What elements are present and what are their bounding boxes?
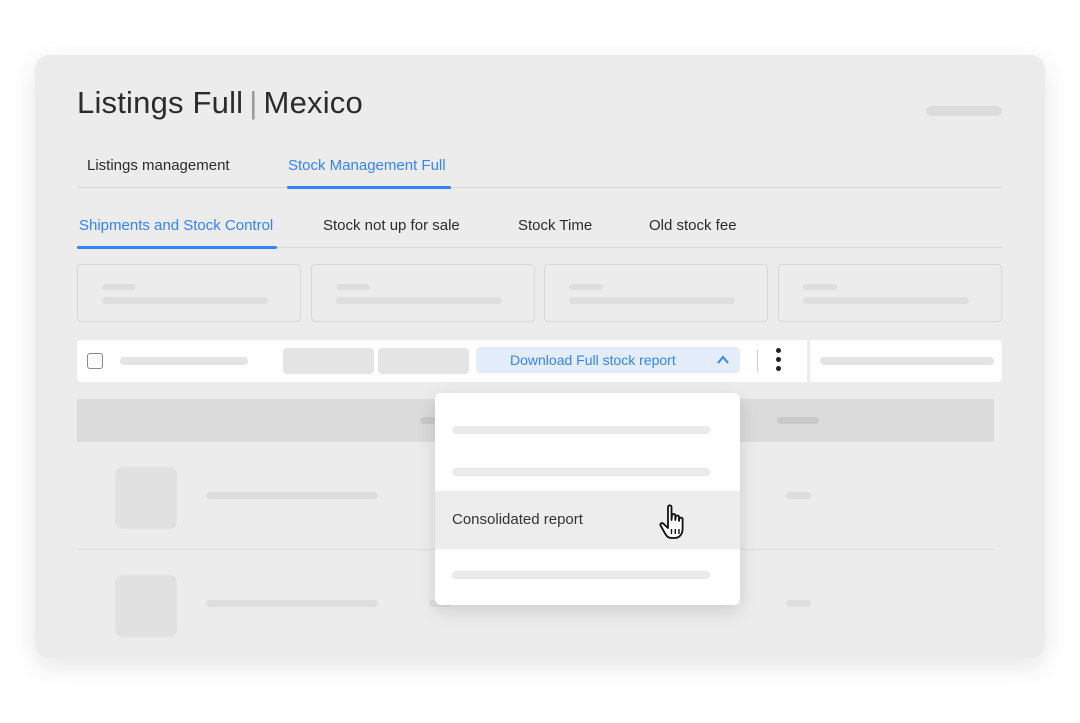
menu-item-label: Consolidated report <box>452 511 583 528</box>
menu-placeholder-line <box>452 571 710 579</box>
summary-card[interactable] <box>778 264 1002 322</box>
download-full-stock-report-button[interactable]: Download Full stock report <box>476 347 740 373</box>
hand-pointer-icon <box>659 504 684 539</box>
tab-listings-management[interactable]: Listings management <box>87 157 230 174</box>
main-tab-bar: Listings management Stock Management Ful… <box>77 150 1002 189</box>
download-button-label: Download Full stock report <box>510 352 676 368</box>
tab-stock-management-full[interactable]: Stock Management Full <box>288 157 446 174</box>
tab-stock-not-for-sale[interactable]: Stock not up for sale <box>323 217 460 234</box>
row-placeholder-line <box>786 492 811 499</box>
toolbar-divider <box>757 350 758 372</box>
card-placeholder-line <box>336 297 502 304</box>
card-placeholder-line <box>569 297 735 304</box>
filter-button-placeholder[interactable] <box>283 348 374 374</box>
menu-item-placeholder[interactable] <box>435 543 740 601</box>
header-action-placeholder <box>926 106 1002 116</box>
chevron-up-icon <box>717 355 729 364</box>
kebab-menu-icon[interactable] <box>771 346 785 376</box>
menu-item-placeholder[interactable] <box>435 440 740 498</box>
menu-item-consolidated-report[interactable]: Consolidated report <box>435 491 740 549</box>
tab-old-stock-fee[interactable]: Old stock fee <box>649 217 737 234</box>
search-placeholder-line <box>820 357 994 365</box>
header-placeholder <box>420 417 436 424</box>
card-placeholder-line <box>336 284 370 290</box>
row-placeholder-line <box>786 600 811 607</box>
select-all-checkbox[interactable] <box>87 353 103 369</box>
tab-stock-time[interactable]: Stock Time <box>518 217 592 234</box>
title-separator: | <box>249 85 258 120</box>
active-subtab-indicator <box>77 246 277 249</box>
summary-card[interactable] <box>77 264 301 322</box>
download-options-menu: Consolidated report <box>435 393 740 605</box>
card-placeholder-line <box>102 297 268 304</box>
card-placeholder-line <box>803 284 837 290</box>
row-placeholder-line <box>206 492 378 499</box>
menu-placeholder-line <box>452 426 710 434</box>
row-placeholder-line <box>206 600 378 607</box>
menu-placeholder-line <box>452 468 710 476</box>
summary-card[interactable] <box>544 264 768 322</box>
toolbar-placeholder-line <box>120 357 248 365</box>
active-tab-indicator <box>287 186 451 189</box>
product-thumbnail <box>115 575 177 637</box>
summary-card[interactable] <box>311 264 535 322</box>
page-title-primary: Listings Full <box>77 85 244 120</box>
filter-button-placeholder[interactable] <box>378 348 469 374</box>
card-placeholder-line <box>569 284 603 290</box>
sub-tab-bar: Shipments and Stock Control Stock not up… <box>77 210 1002 249</box>
page-title-country: Mexico <box>263 85 363 120</box>
card-placeholder-line <box>803 297 969 304</box>
actions-toolbar: Download Full stock report <box>77 340 1002 382</box>
page-title: Listings Full | Mexico <box>77 85 363 121</box>
tab-shipments-stock-control[interactable]: Shipments and Stock Control <box>79 217 273 234</box>
toolbar-divider <box>807 340 810 382</box>
card-placeholder-line <box>102 284 136 290</box>
product-thumbnail <box>115 467 177 529</box>
header-placeholder <box>777 417 819 424</box>
